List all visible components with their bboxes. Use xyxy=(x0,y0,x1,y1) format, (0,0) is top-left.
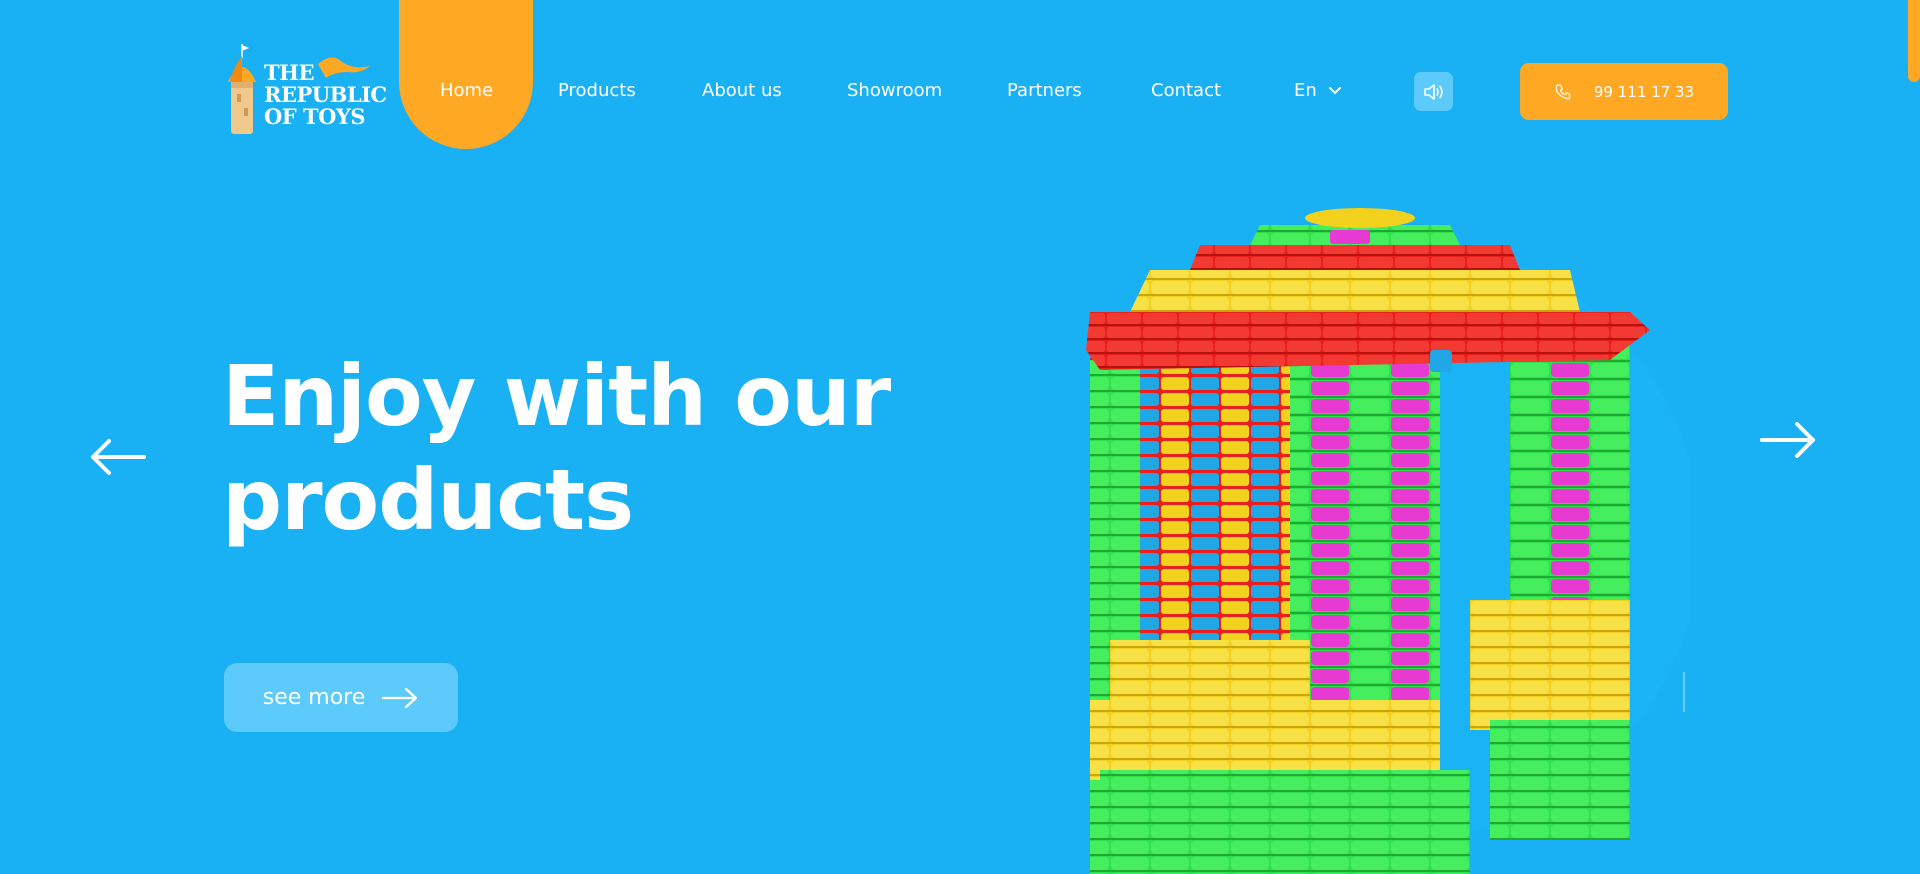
nav-item-about-us[interactable]: About us xyxy=(702,80,782,102)
scrollbar[interactable] xyxy=(1906,0,1920,874)
see-more-button[interactable]: see more xyxy=(224,663,458,732)
hero-title: Enjoy with our products xyxy=(222,344,922,552)
slider-prev-button[interactable] xyxy=(88,432,148,482)
nav-item-products[interactable]: Products xyxy=(558,80,636,102)
brand-line: REPUBLIC xyxy=(264,82,387,107)
speaker-icon xyxy=(1423,83,1443,100)
slide-divider xyxy=(1683,672,1685,712)
language-selector[interactable]: En xyxy=(1294,80,1341,102)
phone-number: 99 111 17 33 xyxy=(1593,82,1695,101)
hero-title-line: Enjoy with our xyxy=(222,347,891,445)
arrow-right-icon xyxy=(1760,422,1815,458)
brand-line: THE xyxy=(264,60,314,85)
phone-icon xyxy=(1555,84,1571,99)
nav-item-home[interactable]: Home xyxy=(440,80,493,102)
slider-next-button[interactable] xyxy=(1758,415,1818,465)
toy-house-illustration xyxy=(1086,208,1700,874)
hero-product-image xyxy=(1070,200,1700,874)
arrow-right-icon xyxy=(382,687,418,708)
brand-line: OF TOYS xyxy=(264,104,366,129)
nav-item-showroom[interactable]: Showroom xyxy=(847,80,942,102)
language-label: En xyxy=(1294,80,1317,101)
brand-logo[interactable]: THE REPUBLIC OF TOYS xyxy=(222,42,387,138)
hero-title-line: products xyxy=(222,451,634,549)
phone-button[interactable]: 99 111 17 33 xyxy=(1520,63,1728,120)
brand-wordmark: THE REPUBLIC OF TOYS xyxy=(264,62,387,128)
nav-active-indicator xyxy=(399,0,533,149)
nav-item-partners[interactable]: Partners xyxy=(1007,80,1082,102)
arrow-left-icon xyxy=(91,439,146,475)
chevron-down-icon xyxy=(1328,87,1341,95)
see-more-label: see more xyxy=(262,685,366,710)
scrollbar-thumb[interactable] xyxy=(1908,0,1920,82)
sound-toggle-button[interactable] xyxy=(1414,72,1453,111)
nav-item-contact[interactable]: Contact xyxy=(1151,80,1221,102)
page: THE REPUBLIC OF TOYS Home Products About… xyxy=(0,0,1920,874)
